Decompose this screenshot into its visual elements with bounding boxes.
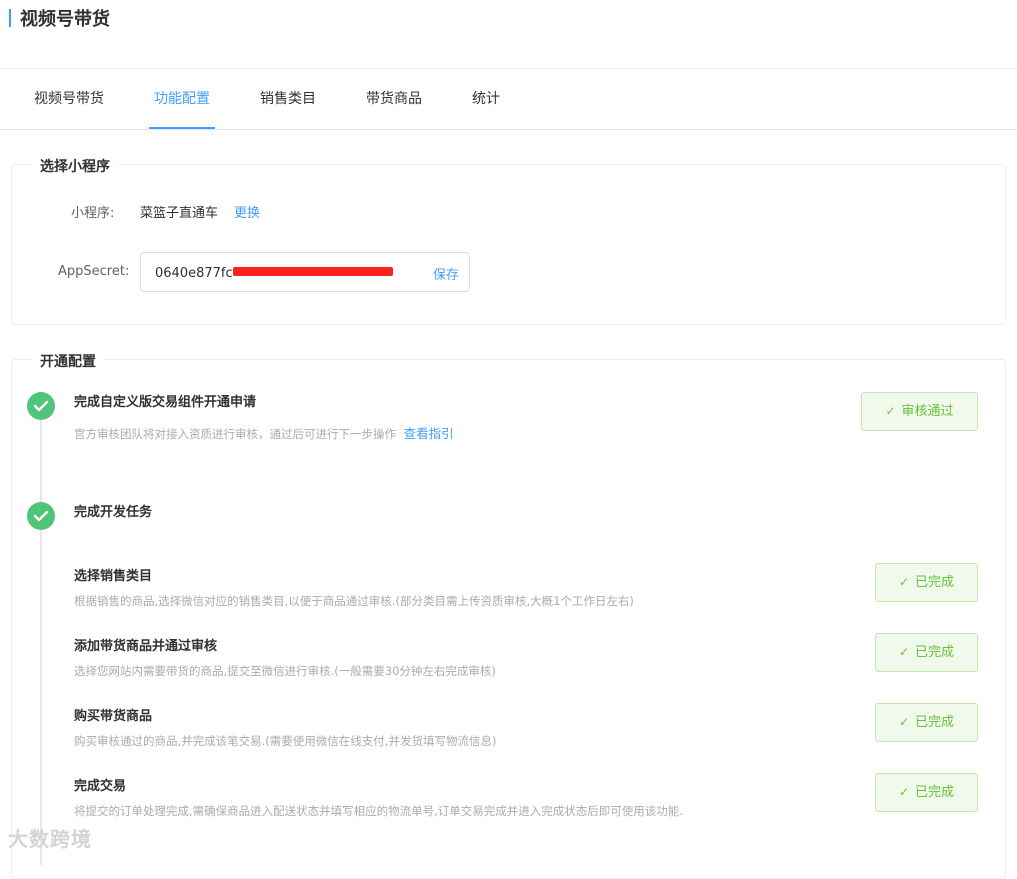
miniprogram-card: 选择小程序 小程序: 菜篮子直通车 更换 AppSecret: 保存: [11, 156, 1006, 325]
task-status-label: 已完成: [915, 785, 955, 800]
title-accent-bar: [9, 9, 11, 27]
task-title-category: 选择销售类目: [74, 569, 153, 584]
task-status-label: 已完成: [915, 645, 955, 660]
check-icon: ✓: [898, 645, 910, 659]
save-secret-button[interactable]: 保存: [433, 264, 459, 283]
task-desc-add-products: 选择您网站内需要带货的商品,提交至微信进行审核.(一般需要30分钟左右完成审核): [74, 664, 496, 678]
task-status-add-products[interactable]: ✓ 已完成: [875, 633, 978, 672]
task-title-add-products: 添加带货商品并通过审核: [74, 639, 218, 654]
tab-bar: 视频号带货 功能配置 销售类目 带货商品 统计: [0, 69, 1017, 130]
watermark: 大数跨境: [8, 827, 92, 851]
change-miniprogram-link[interactable]: 更换: [234, 202, 260, 221]
task-desc-complete-trade: 将提交的订单处理完成,需确保商品进入配送状态并填写相应的物流单号,订单交易完成并…: [74, 804, 683, 818]
tab-sales-category[interactable]: 销售类目: [260, 69, 316, 129]
step1-description: 官方审核团队将对接入资质进行审核，通过后可进行下一步操作 查看指引: [74, 423, 454, 442]
appsecret-field: 保存: [140, 252, 470, 292]
check-icon: ✓: [885, 404, 896, 418]
check-icon: ✓: [898, 785, 910, 799]
step1-status-label: 审核通过: [901, 404, 954, 419]
appsecret-label: AppSecret:: [58, 264, 130, 279]
view-guide-link[interactable]: 查看指引: [404, 426, 454, 441]
step1-check-icon: [27, 392, 55, 420]
task-status-label: 已完成: [915, 715, 955, 730]
config-legend: 开通配置: [32, 351, 104, 371]
timeline-line: [40, 405, 42, 865]
step1-status-button[interactable]: ✓ 审核通过: [861, 392, 978, 431]
step2-check-icon: [27, 502, 55, 530]
task-status-purchase[interactable]: ✓ 已完成: [875, 703, 978, 742]
task-status-category[interactable]: ✓ 已完成: [875, 563, 978, 602]
step1-title: 完成自定义版交易组件开通申请: [74, 395, 257, 410]
task-status-complete-trade[interactable]: ✓ 已完成: [875, 773, 978, 812]
tab-video-commerce[interactable]: 视频号带货: [34, 69, 104, 129]
task-status-label: 已完成: [915, 575, 955, 590]
page-title: 视频号带货: [20, 9, 110, 30]
page-header: 视频号带货: [0, 0, 1017, 69]
redaction-mark: [233, 267, 393, 276]
miniprogram-legend: 选择小程序: [32, 156, 118, 176]
tab-feature-config[interactable]: 功能配置: [149, 69, 215, 129]
step2-title: 完成开发任务: [74, 505, 153, 520]
task-desc-purchase: 购买审核通过的商品,并完成该笔交易.(需要使用微信在线支付,并发货填写物流信息): [74, 734, 497, 748]
step1-desc-text: 官方审核团队将对接入资质进行审核，通过后可进行下一步操作: [74, 427, 396, 441]
check-icon: ✓: [898, 575, 910, 589]
miniprogram-label: 小程序:: [71, 206, 115, 221]
miniprogram-name: 菜篮子直通车: [140, 206, 219, 221]
check-icon: ✓: [898, 715, 910, 729]
task-title-complete-trade: 完成交易: [74, 779, 127, 794]
tab-statistics[interactable]: 统计: [472, 69, 500, 129]
task-desc-category: 根据销售的商品,选择微信对应的销售类目,以便于商品通过审核.(部分类目需上传资质…: [74, 594, 634, 608]
config-card: 开通配置 完成自定义版交易组件开通申请 官方审核团队将对接入资质进行审核，通过后…: [11, 351, 1006, 879]
tab-products[interactable]: 带货商品: [366, 69, 422, 129]
task-title-purchase: 购买带货商品: [74, 709, 153, 724]
